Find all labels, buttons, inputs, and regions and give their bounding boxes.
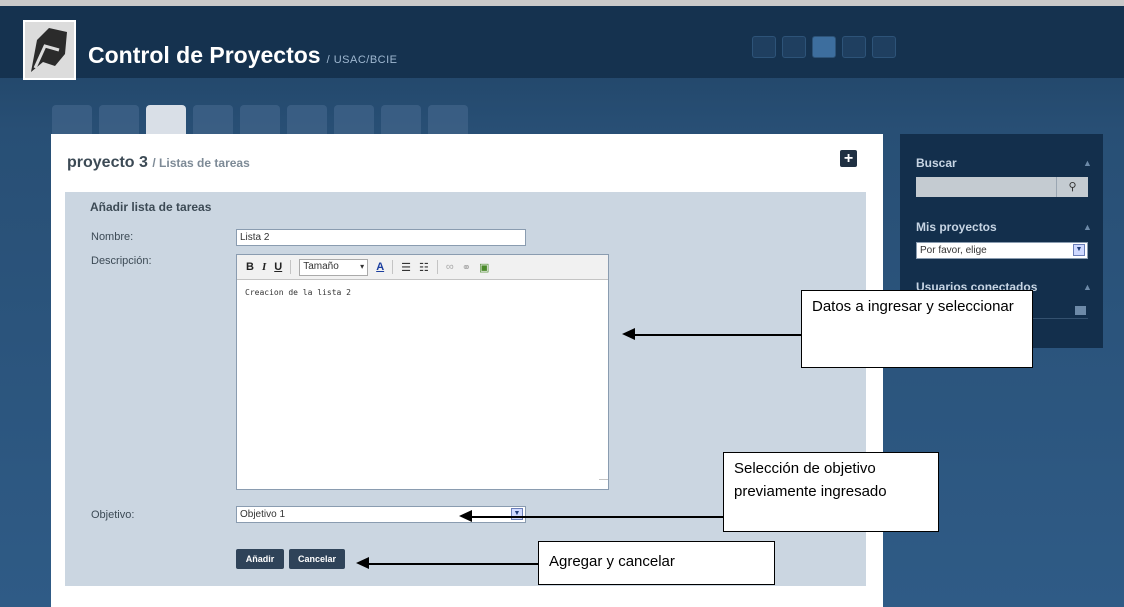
unlink-icon[interactable]: ⚭ bbox=[462, 261, 471, 274]
calendar-tab[interactable] bbox=[99, 105, 139, 135]
module-tabs bbox=[52, 105, 468, 135]
bullet-list-icon[interactable]: ☰ bbox=[401, 261, 411, 274]
user-icon[interactable] bbox=[782, 36, 806, 58]
collapse-icon[interactable]: ▲ bbox=[1083, 222, 1092, 232]
arrow-buttons bbox=[356, 558, 538, 568]
resize-handle[interactable] bbox=[599, 479, 608, 489]
notes-tab[interactable] bbox=[193, 105, 233, 135]
budget-tab[interactable] bbox=[381, 105, 421, 135]
chat-icon[interactable] bbox=[1075, 306, 1086, 315]
description-editor[interactable]: B I U Tamaño ▾ A ☰ ☷ ∞ ⚭ ▣ Creacion de la… bbox=[236, 254, 609, 490]
text-color-button[interactable]: A bbox=[376, 261, 384, 273]
search-input[interactable] bbox=[916, 177, 1056, 197]
globe-icon[interactable] bbox=[812, 36, 836, 58]
divider bbox=[392, 260, 394, 274]
italic-button[interactable]: I bbox=[262, 261, 266, 273]
app-header: Control de Proyectos / USAC/BCIE bbox=[0, 6, 1124, 78]
search-title: Buscar bbox=[916, 156, 957, 170]
app-subtitle: / USAC/BCIE bbox=[326, 54, 398, 66]
arrow-data bbox=[622, 329, 801, 339]
name-label: Nombre: bbox=[91, 231, 134, 243]
add-button[interactable]: Añadir bbox=[236, 549, 284, 569]
app-logo bbox=[23, 20, 76, 80]
divider bbox=[290, 260, 292, 274]
files-tab[interactable] bbox=[240, 105, 280, 135]
breadcrumb: / Listas de tareas bbox=[152, 156, 250, 170]
projects-title: Mis proyectos bbox=[916, 220, 997, 234]
app-title: Control de Proyectos / USAC/BCIE bbox=[88, 42, 398, 68]
callout-objective: Selección de objetivo previamente ingres… bbox=[723, 452, 939, 532]
chevron-down-icon: ▼ bbox=[511, 508, 523, 520]
objective-select[interactable]: Objetivo 1 ▼ bbox=[236, 506, 526, 523]
add-list-button[interactable]: + bbox=[840, 150, 857, 167]
document-tab[interactable] bbox=[287, 105, 327, 135]
collapse-icon[interactable]: ▲ bbox=[1083, 282, 1092, 292]
description-text[interactable]: Creacion de la lista 2 bbox=[237, 280, 608, 305]
description-label: Descripción: bbox=[91, 255, 152, 267]
arrow-objective bbox=[459, 511, 723, 521]
image-icon[interactable]: ▣ bbox=[479, 261, 489, 274]
header-toolbar bbox=[752, 36, 896, 58]
projects-select[interactable]: Por favor, elige ▼ bbox=[916, 242, 1088, 259]
font-size-select[interactable]: Tamaño ▾ bbox=[299, 258, 369, 276]
bold-button[interactable]: B bbox=[246, 261, 254, 273]
objective-label: Objetivo: bbox=[91, 509, 135, 521]
cancel-button[interactable]: Cancelar bbox=[289, 549, 345, 569]
search-icon[interactable]: ⚲ bbox=[1056, 177, 1088, 197]
collapse-icon[interactable]: ▲ bbox=[1083, 158, 1092, 168]
editor-toolbar: B I U Tamaño ▾ A ☰ ☷ ∞ ⚭ ▣ bbox=[237, 255, 608, 280]
help-tab[interactable] bbox=[52, 105, 92, 135]
callout-buttons: Agregar y cancelar bbox=[538, 541, 775, 585]
underline-button[interactable]: U bbox=[274, 261, 282, 273]
page-title: proyecto 3 / Listas de tareas bbox=[67, 154, 250, 171]
chevron-down-icon: ▼ bbox=[1073, 244, 1085, 256]
wrench-icon[interactable] bbox=[842, 36, 866, 58]
milestones-tab[interactable] bbox=[334, 105, 374, 135]
power-icon[interactable] bbox=[872, 36, 896, 58]
monitor-icon[interactable] bbox=[752, 36, 776, 58]
main-panel: proyecto 3 / Listas de tareas + Añadir l… bbox=[51, 134, 883, 607]
tasklist-tab[interactable] bbox=[146, 105, 186, 135]
clipboard-tab[interactable] bbox=[428, 105, 468, 135]
link-icon[interactable]: ∞ bbox=[446, 261, 454, 273]
divider bbox=[436, 260, 438, 274]
numbered-list-icon[interactable]: ☷ bbox=[419, 261, 429, 274]
callout-data: Datos a ingresar y seleccionar bbox=[801, 290, 1033, 368]
name-input[interactable]: Lista 2 bbox=[236, 229, 526, 246]
form-title: Añadir lista de tareas bbox=[90, 200, 212, 214]
